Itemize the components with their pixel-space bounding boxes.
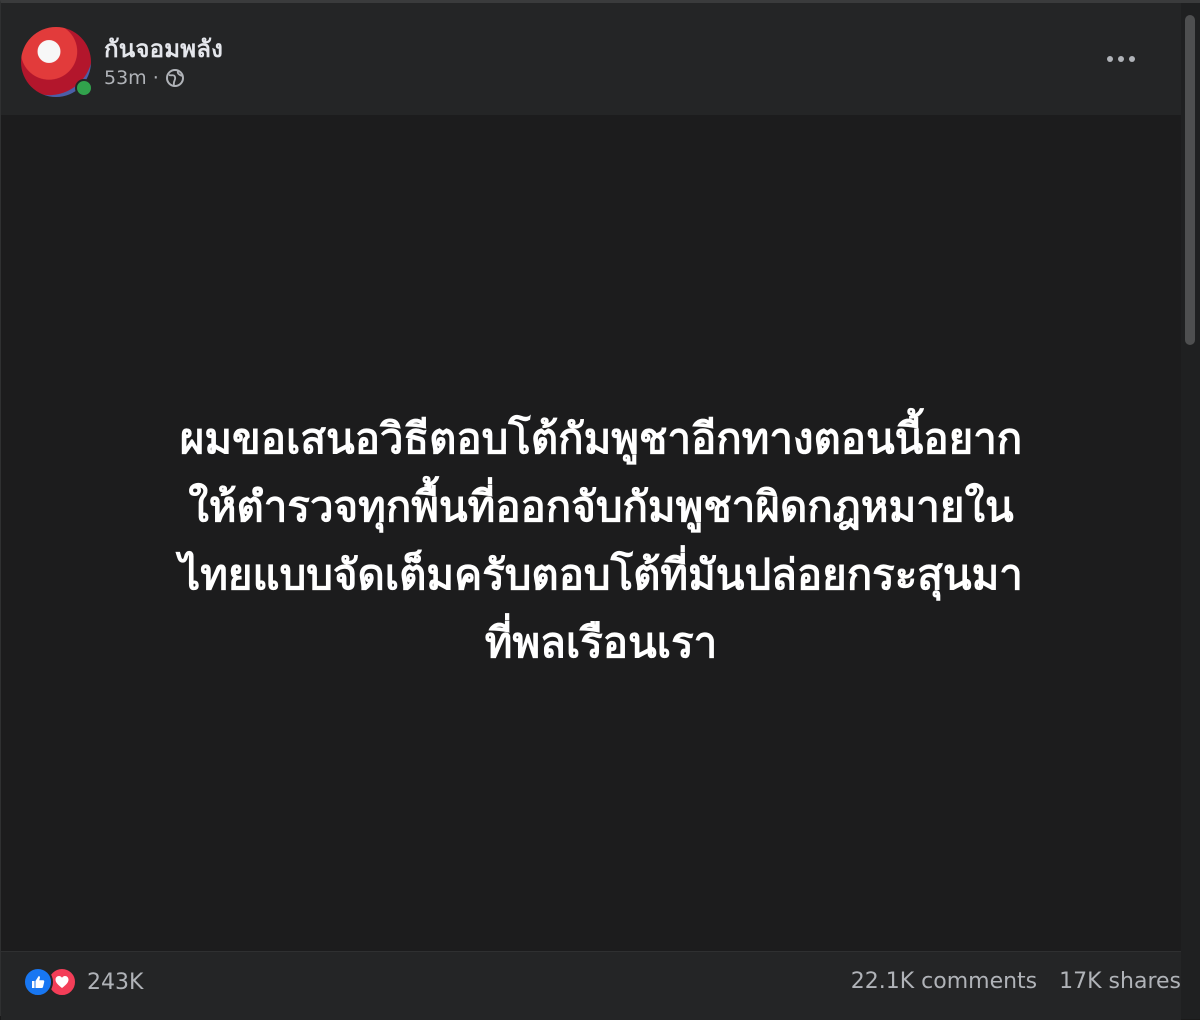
status-line: ไทยแบบจัดเต็มครับตอบโต้ที่มันปล่อยกระสุน… [179,550,1023,599]
post-footer: 243K 22.1K comments 17K shares [1,951,1181,1020]
status-line: ให้ตำรวจทุกพื้นที่ออกจับกัมพูชาผิดกฎหมาย… [188,482,1014,531]
more-options-icon [1107,56,1113,62]
comments-count[interactable]: 22.1K comments [851,969,1037,994]
facebook-post: กันจอมพลัง 53m · ผมขอเสนอวิธีตอบโต้กัมพู… [0,0,1200,1020]
post-stats: 22.1K comments 17K shares [851,969,1181,994]
status-line: ผมขอเสนอวิธีตอบโต้กัมพูชาอีกทางตอนนี้อยา… [179,414,1023,463]
meta-separator: · [152,67,159,89]
reactions-summary[interactable]: 243K [23,967,143,997]
post-meta: 53m · [104,67,185,89]
post-time[interactable]: 53m [104,67,147,89]
post-body: ผมขอเสนอวิธีตอบโต้กัมพูชาอีกทางตอนนี้อยา… [1,115,1181,951]
online-status-indicator [75,79,93,97]
post-header: กันจอมพลัง 53m · [1,3,1181,115]
reactions-count[interactable]: 243K [87,970,143,995]
shares-count[interactable]: 17K shares [1059,969,1181,994]
like-icon [23,967,53,997]
scrollbar-thumb[interactable] [1185,15,1195,345]
author-name[interactable]: กันจอมพลัง [104,29,223,68]
more-options-dot [1129,56,1135,62]
globe-icon[interactable] [165,68,185,88]
status-text: ผมขอเสนอวิธีตอบโต้กัมพูชาอีกทางตอนนี้อยา… [41,405,1161,677]
more-options-dot [1118,56,1124,62]
status-line: ที่พลเรือนเรา [484,618,718,667]
more-options-button[interactable] [1101,45,1141,73]
